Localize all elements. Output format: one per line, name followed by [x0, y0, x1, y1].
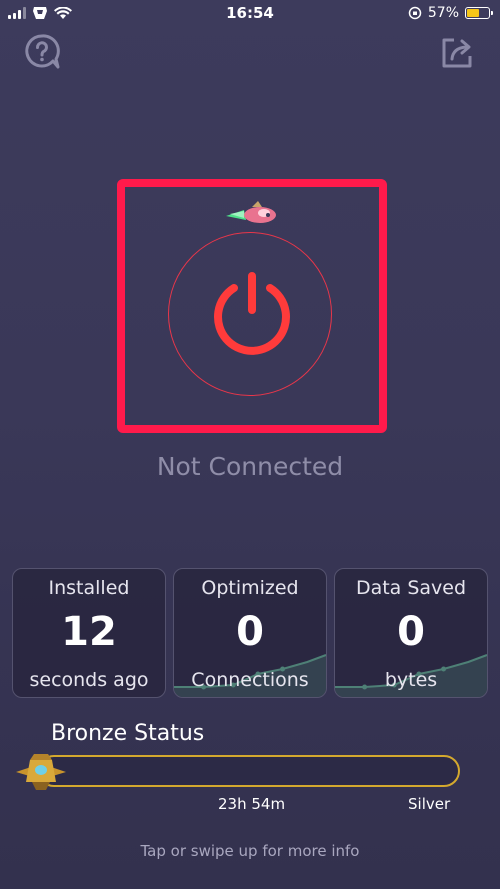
- stat-value: 0: [397, 609, 425, 655]
- stat-value: 0: [236, 609, 264, 655]
- tier-progress-bar[interactable]: [38, 755, 460, 787]
- stat-card-installed[interactable]: Installed 12 seconds ago: [12, 568, 166, 698]
- battery-fill: [467, 9, 479, 17]
- stat-card-data-saved[interactable]: Data Saved 0 bytes: [334, 568, 488, 698]
- stat-title: Data Saved: [355, 577, 467, 599]
- battery-icon: [465, 7, 493, 19]
- help-icon[interactable]: [22, 32, 62, 72]
- battery-percent: 57%: [427, 5, 459, 21]
- share-icon[interactable]: [438, 32, 478, 72]
- connection-status: Not Connected: [156, 452, 344, 481]
- stat-title: Installed: [48, 577, 130, 599]
- stat-subtitle: bytes: [384, 669, 438, 691]
- rocket-icon: [226, 201, 276, 223]
- power-icon[interactable]: [204, 266, 300, 362]
- stat-subtitle: seconds ago: [29, 669, 149, 691]
- stat-title: Optimized: [201, 577, 299, 599]
- stat-card-optimized[interactable]: Optimized 0 Connections: [173, 568, 327, 698]
- status-right: 57%: [408, 5, 493, 21]
- next-tier-label: Silver: [408, 795, 451, 813]
- status-bar: 16:54 57%: [0, 0, 500, 28]
- ship-icon: [16, 754, 66, 790]
- stat-value: 12: [61, 609, 117, 655]
- swipe-hint[interactable]: Tap or swipe up for more info: [0, 842, 500, 860]
- tier-title: Bronze Status: [51, 721, 205, 746]
- tier-time-remaining: 23h 54m: [218, 795, 286, 813]
- orientation-lock-icon: [408, 6, 422, 20]
- stat-subtitle: Connections: [191, 669, 309, 691]
